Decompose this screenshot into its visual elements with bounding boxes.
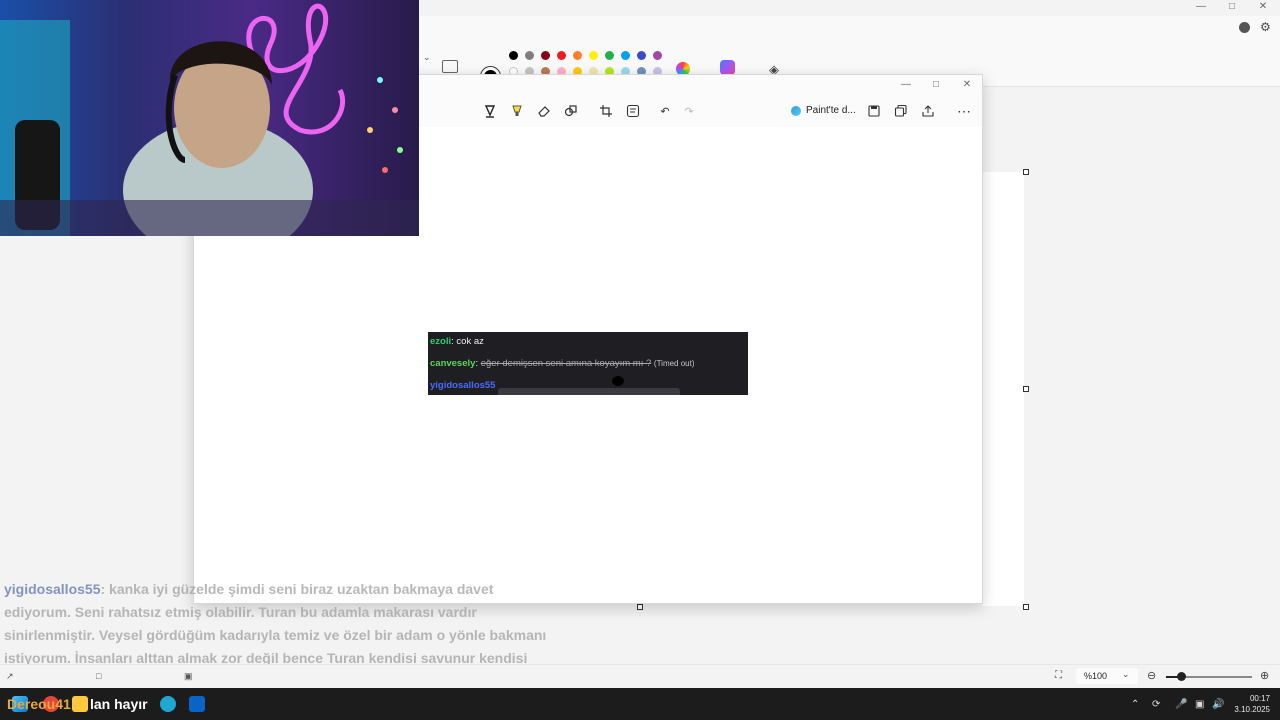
paint-taskbar-icon[interactable] [189, 696, 205, 712]
timed-out-note: (Timed out) [653, 359, 695, 368]
resize-handle[interactable] [1023, 386, 1029, 392]
redo-icon[interactable]: ↷ [679, 101, 699, 121]
crop-icon[interactable] [596, 101, 616, 121]
minimize-button[interactable]: — [1186, 0, 1216, 14]
chevron-down-icon[interactable]: ⌄ [423, 52, 431, 63]
pen-icon[interactable] [480, 101, 500, 121]
resize-handle[interactable] [637, 604, 643, 610]
palette-color-swatch[interactable] [573, 51, 582, 60]
gear-icon[interactable]: ⚙ [1260, 20, 1271, 34]
edge-icon[interactable] [160, 696, 176, 712]
paint-statusbar: ↗ □ ▣ ⛶ %100 ⌄ ⊖ ⊕ [0, 664, 1280, 689]
share-icon[interactable] [918, 101, 938, 121]
chevron-up-icon[interactable]: ⌃ [1131, 699, 1139, 710]
sync-icon[interactable]: ⟳ [1152, 699, 1160, 710]
zoom-in-icon[interactable]: ⊕ [1260, 669, 1269, 682]
account-icon[interactable] [1239, 22, 1250, 33]
palette-color-swatch[interactable] [541, 51, 550, 60]
selection-size-icon: □ [96, 671, 102, 681]
captured-screenshot: ezoli: cok az canvesely: eğer demişsen s… [428, 332, 748, 395]
chat-username: ezoli [430, 336, 452, 347]
chat-line: yigidosallos55 [430, 380, 495, 391]
zoom-value: %100 [1084, 671, 1108, 681]
eraser-icon[interactable] [534, 101, 554, 121]
fit-to-window-icon[interactable]: ⛶ [1055, 670, 1062, 681]
open-in-paint-button[interactable]: Paint'te d... [806, 105, 856, 116]
cursor-smudge [612, 376, 624, 386]
copy-icon[interactable] [891, 101, 911, 121]
copilot-icon[interactable] [720, 60, 735, 75]
palette-color-swatch[interactable] [637, 51, 646, 60]
more-options-icon[interactable]: ⋯ [954, 101, 974, 121]
clock-date[interactable]: 3.10.2025 [1234, 705, 1270, 714]
volume-icon[interactable]: 🔊 [1212, 699, 1224, 710]
chat-line: ezoli: cok az [430, 336, 484, 347]
webcam-feed [0, 0, 419, 236]
paint-app-icon [791, 106, 801, 116]
chevron-down-icon: ⌄ [1122, 669, 1130, 679]
close-button[interactable]: ✕ [1248, 0, 1278, 14]
overlay-chat-username: yigidosallos55 [4, 581, 101, 597]
canvas-size-icon: ▣ [184, 671, 193, 681]
palette-color-swatch[interactable] [621, 51, 630, 60]
save-icon[interactable] [864, 101, 884, 121]
palette-color-swatch[interactable] [589, 51, 598, 60]
overlay-alert-text: lan hayır [90, 696, 148, 712]
undo-icon[interactable]: ↶ [655, 101, 675, 121]
clock-time[interactable]: 00:17 [1250, 694, 1270, 703]
shapes-icon[interactable] [561, 101, 581, 121]
close-button[interactable]: ✕ [952, 78, 982, 92]
palette-color-swatch[interactable] [653, 51, 662, 60]
zoom-out-icon[interactable]: ⊖ [1147, 669, 1156, 682]
overlay-alert-name: Dereou41 [7, 696, 71, 712]
text-actions-icon[interactable] [623, 101, 643, 121]
zoom-select[interactable]: %100 ⌄ [1076, 668, 1138, 684]
brush-size-icon[interactable] [442, 60, 458, 73]
maximize-button[interactable]: □ [1217, 0, 1247, 14]
resize-handle[interactable] [1023, 169, 1029, 175]
taskbar: Dereou41 lan hayır ⌃ ⟳ 🎤 ▣ 🔊 00:17 3.10.… [0, 688, 1280, 720]
minimize-button[interactable]: — [891, 78, 921, 92]
palette-color-swatch[interactable] [557, 51, 566, 60]
palette-color-swatch[interactable] [509, 51, 518, 60]
file-explorer-icon[interactable] [72, 696, 88, 712]
paint-canvas[interactable] [982, 172, 1024, 606]
resize-handle[interactable] [1023, 604, 1029, 610]
chat-username: canvesely [430, 358, 476, 369]
cursor-position-icon: ↗ [6, 671, 14, 681]
chat-username: yigidosallos55 [430, 380, 496, 391]
highlighter-icon[interactable] [507, 101, 527, 121]
chat-message: eğer demişsen seni amına koyayım mı ? [480, 358, 652, 369]
zoom-slider-thumb[interactable] [1177, 672, 1186, 681]
chat-message: cok az [456, 336, 484, 347]
network-icon[interactable]: ▣ [1195, 699, 1204, 710]
chat-line: canvesely: eğer demişsen seni amına koya… [430, 358, 695, 369]
maximize-button[interactable]: □ [921, 78, 951, 92]
microphone-icon[interactable]: 🎤 [1175, 699, 1187, 710]
tooltip-popup [498, 388, 680, 395]
palette-color-swatch[interactable] [525, 51, 534, 60]
palette-color-swatch[interactable] [605, 51, 614, 60]
